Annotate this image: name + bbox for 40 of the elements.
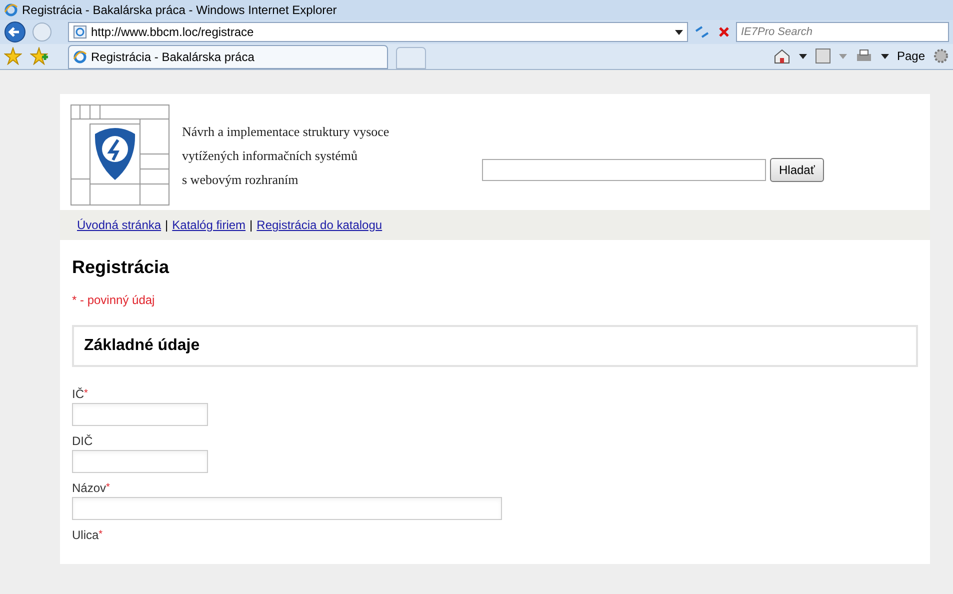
nav-link[interactable]: Registrácia do katalogu — [256, 216, 382, 234]
browser-logo-icon — [4, 3, 18, 17]
field-label: Ulica* — [72, 528, 104, 542]
back-icon[interactable] — [4, 21, 28, 43]
nav-link[interactable]: Úvodná stránka — [77, 216, 162, 234]
field-label: IČ* — [72, 387, 89, 401]
browser-tab[interactable]: Registrácia - Bakalárska práca — [68, 45, 388, 69]
page-menu-button[interactable]: Page — [896, 47, 925, 65]
site-title-line: s webovým rozhraním — [182, 170, 300, 189]
text-field[interactable] — [72, 450, 208, 473]
separator: | — [165, 217, 168, 234]
site-title-line: Návrh a implementace struktury vysoce — [182, 122, 390, 141]
dropdown-icon[interactable] — [675, 30, 683, 34]
printer-icon[interactable] — [854, 48, 873, 64]
address-bar[interactable]: http://www.bbcm.loc/registrace — [68, 22, 688, 42]
section-heading: Základné údaje — [84, 336, 200, 356]
browser-logo-icon — [73, 50, 87, 64]
page-heading: Registrácia — [72, 256, 170, 279]
text-field[interactable] — [72, 403, 208, 426]
search-button[interactable]: Hladať — [770, 158, 824, 182]
window-title: Registrácia - Bakalárska práca - Windows Internet Explorer — [22, 2, 337, 19]
dropdown-icon[interactable] — [798, 54, 807, 58]
field-label: Názov* — [72, 481, 111, 495]
page-icon — [73, 25, 87, 39]
url-text: http://www.bbcm.loc/registrace — [91, 24, 255, 41]
gear-icon[interactable] — [933, 48, 949, 64]
site-title-line: vytížených informačních systémů — [182, 146, 358, 165]
add-favorite-icon[interactable] — [30, 47, 48, 65]
text-field[interactable] — [72, 497, 502, 520]
field-label: DIČ — [72, 434, 94, 448]
required-note: * - povinný údaj — [72, 292, 156, 309]
search-field[interactable]: IE7Pro Search — [736, 22, 949, 42]
nav-link[interactable]: Katalóg firiem — [172, 216, 246, 234]
home-icon[interactable] — [772, 48, 791, 64]
new-tab-button[interactable] — [396, 47, 426, 69]
feed-icon[interactable] — [814, 48, 831, 64]
dropdown-icon[interactable] — [880, 54, 889, 58]
separator: | — [250, 217, 253, 234]
favorites-star-icon[interactable] — [4, 47, 22, 65]
site-search-field[interactable] — [482, 159, 766, 181]
